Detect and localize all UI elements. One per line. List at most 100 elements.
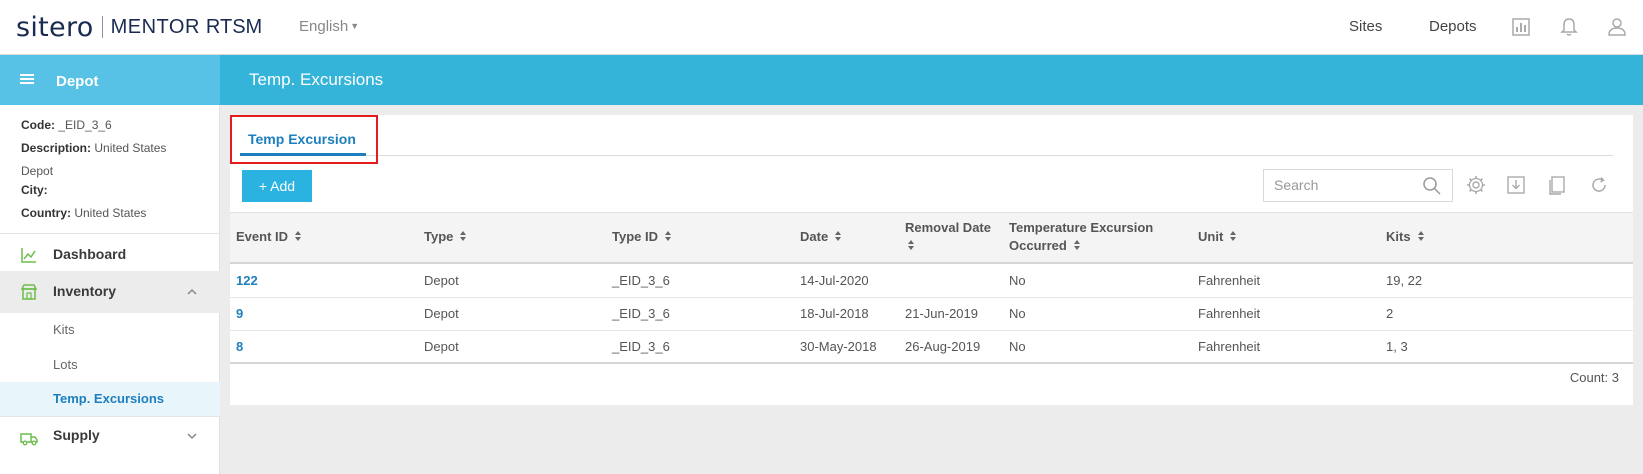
column-header-type[interactable]: Type: [424, 228, 467, 246]
cell-type-id: _EID_3_6: [612, 306, 670, 321]
cell-date: 14-Jul-2020: [800, 273, 869, 288]
event-id-link[interactable]: 9: [236, 306, 243, 321]
city-label: City:: [21, 183, 48, 197]
column-header-event-id[interactable]: Event ID: [236, 228, 302, 246]
sidebar-item-lots[interactable]: Lots: [0, 348, 220, 382]
sidebar-item-label: Dashboard: [53, 246, 127, 262]
event-id-link[interactable]: 122: [236, 273, 258, 288]
page-title: Temp. Excursions: [249, 70, 384, 89]
sidebar-item-inventory[interactable]: Inventory: [0, 271, 220, 313]
sort-icon: [460, 231, 467, 241]
search-box: [1263, 169, 1453, 202]
cell-type-id: _EID_3_6: [612, 339, 670, 354]
column-header-label: Kits: [1386, 229, 1411, 244]
sidebar-item-kits[interactable]: Kits: [0, 313, 220, 347]
cell-date: 18-Jul-2018: [800, 306, 869, 321]
column-header-label: Event ID: [236, 229, 289, 244]
refresh-icon[interactable]: [1588, 174, 1610, 196]
content-card: Temp Excursion + Add Event ID Type Type …: [230, 115, 1633, 405]
sidebar-title: Depot: [56, 73, 99, 90]
cell-type: Depot: [424, 306, 459, 321]
sort-icon: [908, 240, 914, 250]
chart-line-icon: [21, 248, 36, 263]
record-count: Count: 3: [1569, 370, 1619, 385]
table-row: 122 Depot _EID_3_6 14-Jul-2020 No Fahren…: [230, 265, 1633, 298]
app-logo[interactable]: sitero MENTOR RTSM: [16, 12, 263, 43]
depot-description: Description: United States: [21, 141, 166, 155]
bell-icon[interactable]: [1558, 16, 1580, 38]
cell-type-id: _EID_3_6: [612, 273, 670, 288]
truck-icon: [20, 433, 38, 446]
column-header-kits[interactable]: Kits: [1386, 228, 1425, 246]
gear-icon[interactable]: [1465, 174, 1487, 196]
page-header-bar: Temp. Excursions: [220, 55, 1643, 105]
sidebar-item-dashboard[interactable]: Dashboard: [0, 234, 220, 276]
search-icon[interactable]: [1422, 176, 1442, 196]
column-header-label: Removal Date: [905, 220, 991, 235]
cell-occurred: No: [1009, 306, 1026, 321]
sidebar-item-label: Kits: [53, 322, 75, 337]
cell-unit: Fahrenheit: [1198, 273, 1261, 288]
description-value-line2: Depot: [21, 164, 54, 178]
country-label: Country:: [21, 206, 71, 220]
column-header-label: Date: [800, 229, 829, 244]
store-icon: [20, 284, 38, 300]
cell-removal-date: 26-Aug-2019: [905, 339, 981, 354]
table-row: 8 Depot _EID_3_6 30-May-2018 26-Aug-2019…: [230, 331, 1633, 364]
column-header-type-id[interactable]: Type ID: [612, 228, 672, 246]
sidebar-header: Depot: [0, 55, 220, 105]
search-input[interactable]: [1274, 177, 1414, 193]
code-value: _EID_3_6: [58, 118, 112, 132]
top-bar: sitero MENTOR RTSM English ▼ Sites Depots: [0, 0, 1643, 55]
column-header-removal-date[interactable]: Removal Date: [905, 219, 991, 255]
nav-sites-link[interactable]: Sites: [1349, 18, 1382, 35]
logo-divider: [101, 16, 103, 38]
hamburger-menu-icon[interactable]: [20, 72, 34, 86]
sidebar-item-supply[interactable]: Supply: [0, 417, 220, 459]
cell-kits: 19, 22: [1386, 273, 1423, 288]
sidebar-item-temp-excursions[interactable]: Temp. Excursions: [0, 382, 220, 416]
cell-occurred: No: [1009, 339, 1026, 354]
table-header: Event ID Type Type ID Date Removal Date …: [230, 212, 1633, 264]
add-button[interactable]: + Add: [242, 170, 312, 202]
user-icon[interactable]: [1606, 16, 1628, 38]
cell-unit: Fahrenheit: [1198, 306, 1261, 321]
column-header-date[interactable]: Date: [800, 228, 842, 246]
sidebar-item-label: Temp. Excursions: [53, 391, 165, 406]
cell-type: Depot: [424, 273, 459, 288]
column-header-label-line2: Occurred: [1009, 238, 1067, 253]
logo-suffix: RTSM: [205, 15, 263, 38]
sort-icon: [1073, 240, 1080, 250]
column-header-unit[interactable]: Unit: [1198, 228, 1237, 246]
column-header-label: Temperature Excursion: [1009, 220, 1154, 235]
copy-icon[interactable]: [1546, 174, 1568, 196]
language-label: English: [299, 18, 349, 35]
nav-depots-link[interactable]: Depots: [1429, 18, 1477, 35]
highlight-box: [230, 115, 378, 164]
tabs-divider: [240, 155, 1613, 156]
sort-icon: [295, 231, 302, 241]
table-row: 9 Depot _EID_3_6 18-Jul-2018 21-Jun-2019…: [230, 298, 1633, 331]
description-label: Description:: [21, 141, 92, 155]
description-value-line1: United States: [94, 141, 167, 155]
reports-icon[interactable]: [1510, 16, 1532, 38]
column-header-label: Type ID: [612, 229, 658, 244]
depot-country: Country: United States: [21, 206, 146, 220]
depot-code: Code: _EID_3_6: [21, 118, 112, 132]
column-header-label: Type: [424, 229, 454, 244]
sort-icon: [665, 231, 671, 241]
event-id-link[interactable]: 8: [236, 339, 243, 354]
cell-removal-date: 21-Jun-2019: [905, 306, 978, 321]
chevron-up-icon: [187, 288, 197, 295]
column-header-temperature-excursion-occurred[interactable]: Temperature Excursion Occurred: [1009, 219, 1153, 255]
language-dropdown[interactable]: English ▼: [299, 18, 359, 35]
sort-icon: [835, 231, 842, 241]
cell-unit: Fahrenheit: [1198, 339, 1261, 354]
country-value: United States: [74, 206, 147, 220]
sort-icon: [1230, 231, 1237, 241]
code-label: Code:: [21, 118, 55, 132]
download-icon[interactable]: [1505, 174, 1527, 196]
caret-down-icon: ▼: [350, 21, 360, 31]
sidebar: Depot Code: _EID_3_6 Description: United…: [0, 55, 220, 474]
depot-city: City:: [21, 183, 48, 197]
